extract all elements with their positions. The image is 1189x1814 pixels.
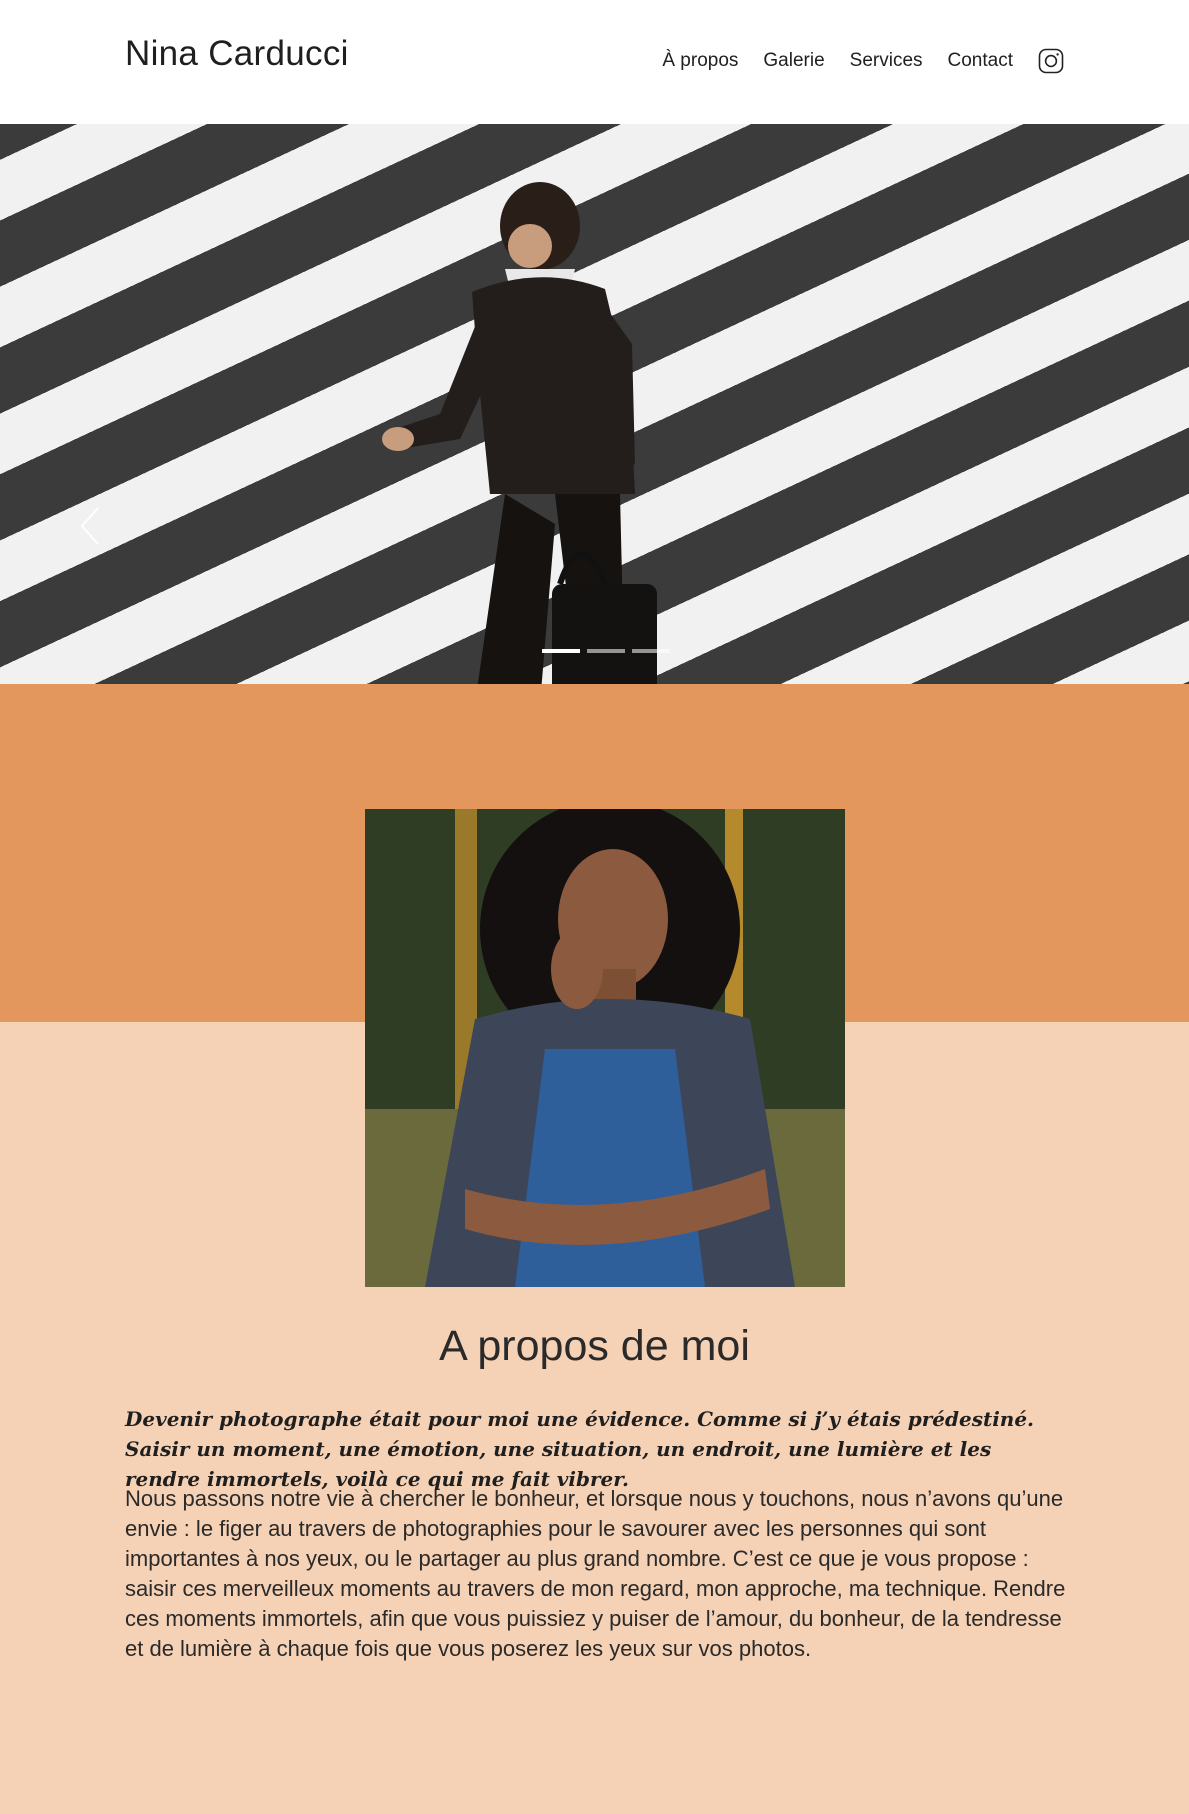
nav-link-a-propos[interactable]: À propos	[662, 50, 738, 72]
about-section: A propos de moi Devenir photographe étai…	[0, 684, 1189, 1814]
portrait-photo	[365, 809, 845, 1287]
carousel-dot-3[interactable]	[632, 649, 670, 653]
about-body-text: Nous passons notre vie à chercher le bon…	[125, 1486, 1066, 1661]
nav-link-contact[interactable]: Contact	[948, 50, 1013, 72]
hero-image-walking-man	[382, 182, 657, 684]
main-nav: À propos Galerie Services Contact	[662, 48, 1064, 74]
about-lead-text: Devenir photographe était pour moi une é…	[125, 1407, 1035, 1491]
hero-carousel[interactable]	[0, 124, 1189, 684]
carousel-indicators	[542, 649, 670, 653]
brand-name[interactable]: Nina Carducci	[125, 34, 349, 74]
chevron-left-icon[interactable]	[78, 504, 102, 548]
carousel-dot-2[interactable]	[587, 649, 625, 653]
nav-link-services[interactable]: Services	[850, 50, 923, 72]
nav-link-galerie[interactable]: Galerie	[763, 50, 824, 72]
carousel-dot-1[interactable]	[542, 649, 580, 653]
instagram-icon[interactable]	[1038, 48, 1064, 74]
site-header: Nina Carducci À propos Galerie Services …	[0, 0, 1189, 124]
about-title: A propos de moi	[439, 1322, 750, 1370]
